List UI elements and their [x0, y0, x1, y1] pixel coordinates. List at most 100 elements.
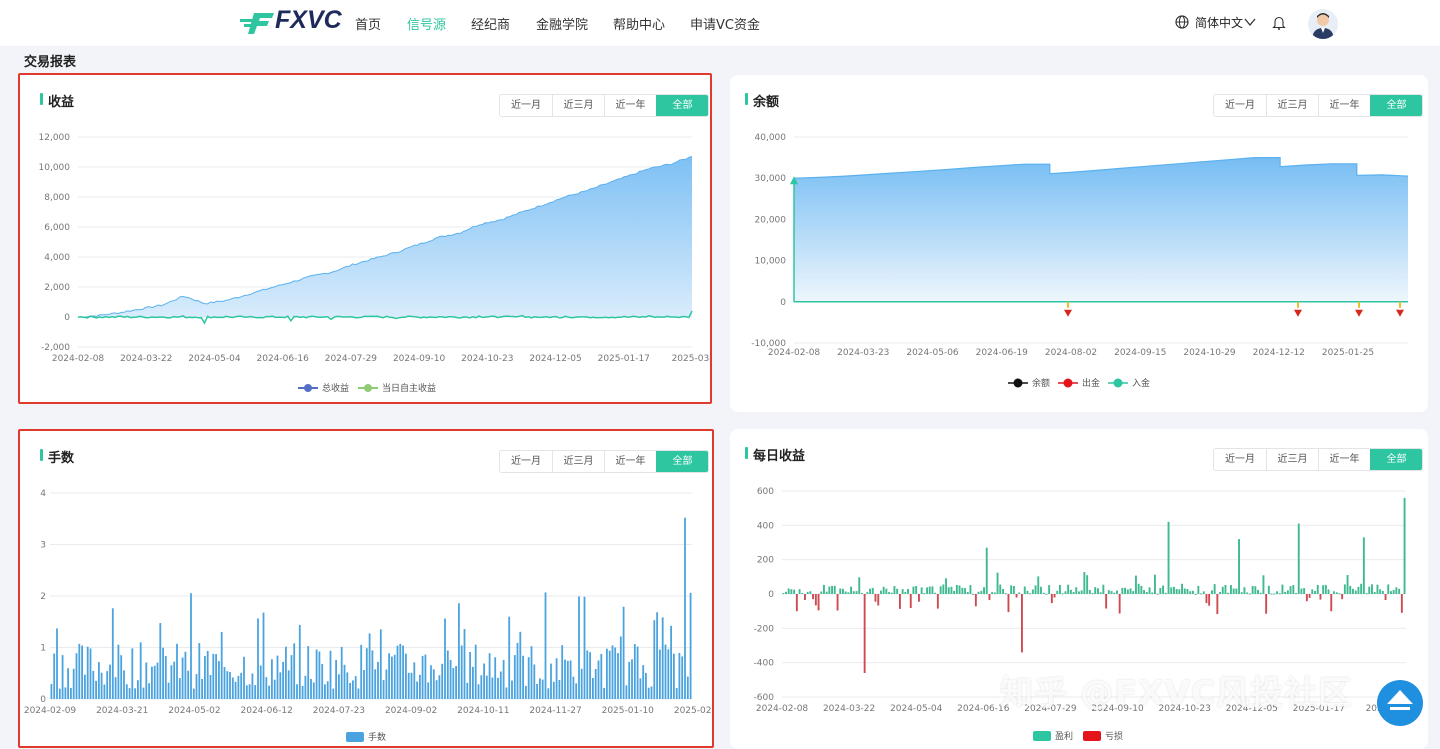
x-tick-label: 2024-03-22: [823, 704, 875, 714]
lots-bar: [240, 672, 243, 699]
balance-panel: 余额 近一月 近三月 近一年 全部 40,000 30,000 20,000 10,0…: [730, 75, 1428, 412]
lots-bar: [449, 659, 452, 699]
lots-bar: [435, 680, 438, 699]
lots-bar: [190, 593, 192, 699]
y-tick-label: -200: [754, 624, 775, 634]
profit-bar: [787, 588, 790, 594]
profit-bar: [893, 586, 896, 594]
y-tick-label: 30,000: [755, 174, 787, 184]
profit-bar: [1067, 584, 1070, 594]
profit-bar: [1094, 587, 1097, 594]
profit-bar: [1360, 583, 1363, 594]
user-avatar[interactable]: [1308, 9, 1338, 39]
nav-apply-funding[interactable]: 申请VC资金: [690, 14, 760, 33]
nav-academy[interactable]: 金融学院: [536, 14, 588, 33]
brand-name[interactable]: FXVC: [275, 6, 342, 35]
profit-bar: [1099, 592, 1102, 594]
profit-bar: [806, 591, 809, 594]
profit-bar: [833, 585, 836, 594]
profit-bar: [931, 586, 934, 594]
nav-brokers[interactable]: 经纪商: [471, 14, 510, 33]
profit-bar: [1243, 587, 1246, 594]
profit-bar: [1135, 575, 1137, 594]
lots-bar: [586, 650, 589, 699]
profit-bar: [1029, 593, 1032, 595]
lots-bar: [86, 646, 89, 699]
profit-bar: [1140, 585, 1143, 594]
lots-bar: [368, 633, 371, 699]
lots-bar: [215, 654, 217, 699]
profit-bar: [852, 591, 855, 594]
profit-bar: [1126, 589, 1129, 594]
nav-signals[interactable]: 信号源: [407, 14, 446, 33]
lots-bar: [363, 670, 365, 699]
lots-bar: [561, 645, 564, 699]
chat-float-button[interactable]: [1377, 680, 1423, 726]
profit-bar: [1143, 590, 1145, 594]
y-tick-label: 3: [40, 541, 46, 551]
lots-bar: [659, 649, 661, 699]
lots-bar: [639, 678, 642, 699]
lots-bar: [178, 678, 181, 699]
lots-bar: [332, 688, 335, 699]
profit-bar: [1381, 591, 1384, 594]
lots-bar: [139, 642, 142, 699]
lots-bar: [279, 672, 282, 699]
x-tick-label: 2025-01-25: [1322, 348, 1374, 358]
x-tick-label: 2024-09-02: [385, 706, 437, 716]
profit-bar: [1295, 593, 1297, 594]
profit-bar: [945, 578, 947, 594]
loss-bar: [1015, 594, 1018, 598]
lots-bar: [310, 678, 312, 699]
x-tick-label: 2024-02-09: [24, 706, 77, 716]
profit-bar: [1246, 592, 1249, 594]
lots-bar: [622, 606, 625, 699]
language-selector[interactable]: 简体中文: [1195, 14, 1243, 31]
lots-bar: [642, 665, 645, 699]
profit-bar: [977, 591, 980, 594]
nav-home[interactable]: 首页: [355, 14, 381, 33]
lots-bar: [410, 672, 413, 699]
lots-bar: [656, 612, 658, 699]
profit-bar: [1175, 589, 1178, 594]
loss-bar: [1305, 594, 1308, 602]
x-tick-label: 2024-07-29: [325, 354, 378, 364]
lots-bar: [162, 647, 164, 699]
profit-bar: [1110, 591, 1113, 594]
profit-bar: [964, 588, 966, 594]
profit-bar: [993, 592, 996, 594]
lots-bar: [444, 618, 446, 699]
lots-panel: 手数 近一月 近三月 近一年 全部 4 3 2 1 0 2024-02-09 2024-03…: [18, 429, 714, 748]
loss-bar: [1216, 594, 1219, 615]
lots-bar: [67, 668, 69, 699]
lots-bar: [206, 650, 209, 699]
profit-bar: [1132, 591, 1135, 594]
loss-bar: [988, 594, 991, 601]
lots-bar: [137, 680, 139, 699]
profit-bar: [1303, 588, 1306, 594]
lots-bar: [251, 673, 254, 699]
profit-bar: [1270, 593, 1273, 595]
nav-help[interactable]: 帮助中心: [613, 14, 665, 33]
lots-bar: [218, 661, 220, 699]
profit-bar: [966, 592, 969, 594]
x-tick-label: 2024-02-08: [756, 704, 809, 714]
lots-bar: [670, 625, 672, 699]
profit-bar: [1357, 586, 1360, 594]
lots-bar: [103, 684, 106, 699]
globe-icon[interactable]: [1175, 15, 1189, 29]
chevron-down-icon[interactable]: [1244, 17, 1256, 27]
profit-bar: [890, 592, 893, 594]
y-tick-label: 200: [757, 556, 774, 566]
profit-bar: [1040, 586, 1042, 594]
profit-bar: [1069, 589, 1072, 594]
lots-bar: [399, 643, 402, 699]
profit-bar: [1368, 586, 1371, 594]
lots-bar: [597, 660, 600, 699]
profit-bar: [1403, 497, 1406, 594]
x-tick-label: 2024-12-05: [529, 354, 581, 364]
bell-icon[interactable]: [1272, 15, 1286, 30]
lots-bar: [678, 653, 681, 699]
lots-bar: [583, 596, 586, 699]
profit-bar: [1124, 587, 1126, 594]
